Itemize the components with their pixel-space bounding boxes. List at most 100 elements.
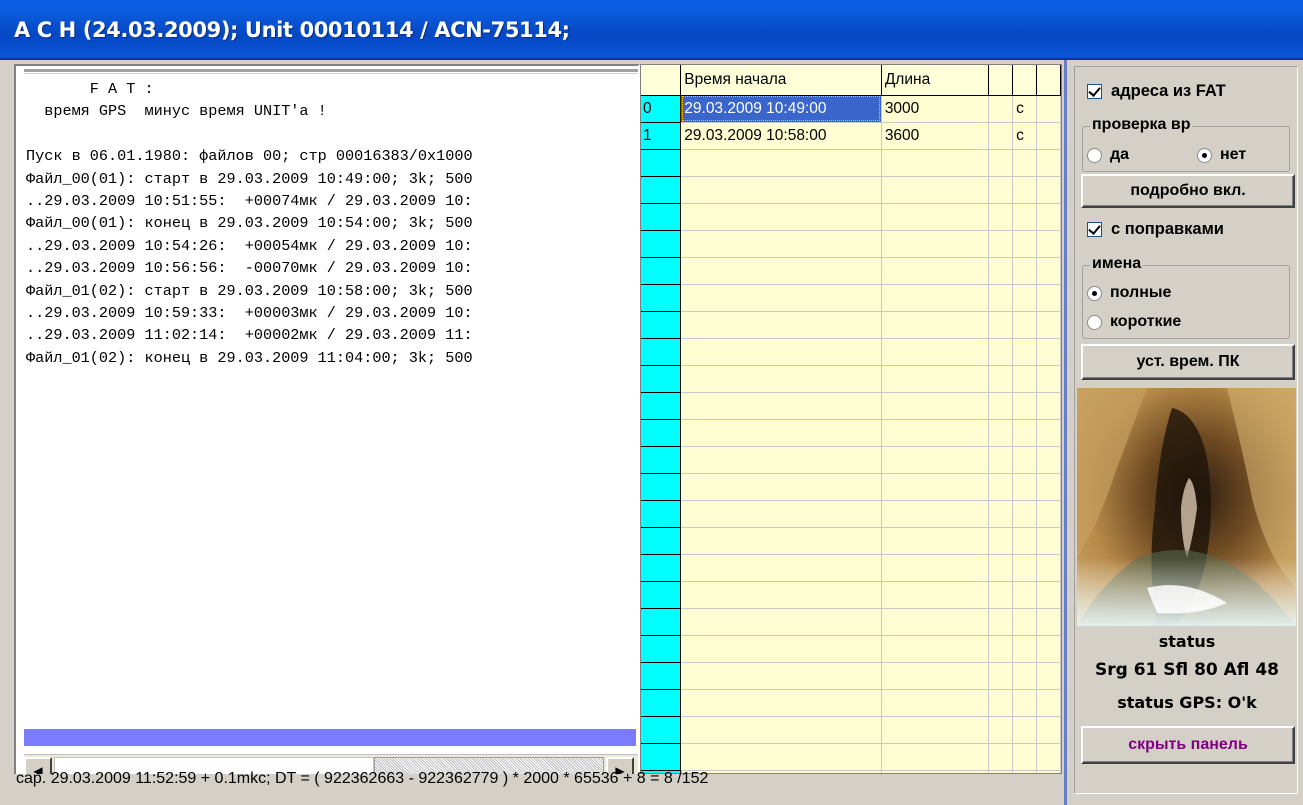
grid-cell[interactable] (881, 500, 990, 528)
grid-cell[interactable] (988, 689, 1014, 717)
grid-cell[interactable] (1012, 338, 1038, 366)
grid-cell[interactable] (680, 689, 882, 717)
grid-cell[interactable] (988, 473, 1014, 501)
grid-cell[interactable] (1036, 608, 1061, 636)
grid-cell[interactable] (1012, 284, 1038, 312)
row-header[interactable] (641, 338, 682, 366)
grid-cell[interactable] (881, 689, 990, 717)
column-header[interactable]: Длина (881, 65, 990, 96)
grid-cell[interactable] (1036, 230, 1061, 258)
grid-cell[interactable] (680, 446, 882, 474)
grid-cell[interactable] (1036, 311, 1061, 339)
row-header[interactable] (641, 716, 682, 744)
grid-cell[interactable] (1036, 257, 1061, 285)
grid-cell[interactable] (1036, 581, 1061, 609)
grid-cell[interactable] (1012, 230, 1038, 258)
grid-cell[interactable]: 3000 (881, 95, 990, 123)
grid-cell[interactable] (1012, 176, 1038, 204)
grid-cell[interactable] (1036, 500, 1061, 528)
table-row[interactable] (641, 473, 1061, 501)
grid-cell[interactable] (1036, 527, 1061, 555)
table-row[interactable] (641, 662, 1061, 690)
table-row[interactable] (641, 311, 1061, 339)
grid-cell[interactable] (1012, 311, 1038, 339)
fat-addresses-checkbox[interactable]: адреса из FAT (1087, 82, 1226, 101)
grid-cell[interactable] (680, 392, 882, 420)
grid-cell[interactable] (680, 230, 882, 258)
row-header[interactable] (641, 392, 682, 420)
detail-on-button[interactable]: подробно вкл. (1081, 174, 1295, 208)
grid-cell[interactable] (988, 554, 1014, 582)
row-header[interactable] (641, 149, 682, 177)
grid-cell[interactable] (1012, 473, 1038, 501)
grid-cell[interactable] (1036, 554, 1061, 582)
grid-cell[interactable] (680, 635, 882, 663)
grid-cell[interactable] (881, 473, 990, 501)
row-header[interactable] (641, 176, 682, 204)
table-row[interactable] (641, 365, 1061, 393)
grid-cell[interactable] (881, 203, 990, 231)
grid-cell[interactable] (988, 203, 1014, 231)
table-row[interactable] (641, 203, 1061, 231)
grid-cell[interactable] (988, 392, 1014, 420)
column-header[interactable] (1012, 65, 1038, 96)
grid-cell[interactable] (881, 284, 990, 312)
grid-cell[interactable] (680, 338, 882, 366)
checkbox-checked-icon[interactable] (1087, 84, 1102, 99)
row-header[interactable] (641, 203, 682, 231)
grid-cell[interactable] (1036, 365, 1061, 393)
grid-cell[interactable] (881, 743, 990, 771)
row-header[interactable]: 1 (641, 122, 682, 150)
row-header[interactable] (641, 743, 682, 771)
grid-cell[interactable] (1036, 635, 1061, 663)
grid-cell[interactable] (1036, 203, 1061, 231)
row-header[interactable] (641, 635, 682, 663)
grid-cell[interactable] (680, 419, 882, 447)
row-header[interactable] (641, 473, 682, 501)
row-header[interactable] (641, 581, 682, 609)
grid-cell[interactable]: c (1012, 95, 1038, 123)
table-row[interactable] (641, 419, 1061, 447)
row-header[interactable] (641, 230, 682, 258)
grid-cell[interactable] (1012, 446, 1038, 474)
grid-cell[interactable] (680, 608, 882, 636)
grid-cell[interactable] (1012, 554, 1038, 582)
grid-cell[interactable] (680, 662, 882, 690)
radio-unchecked-icon[interactable] (1087, 314, 1102, 330)
table-row[interactable]: 1 29.03.2009 10:58:00 3600 c (641, 122, 1061, 150)
row-header[interactable] (641, 257, 682, 285)
row-header[interactable] (641, 365, 682, 393)
grid-cell[interactable] (1036, 689, 1061, 717)
grid-cell[interactable] (881, 257, 990, 285)
grid-cell[interactable] (1036, 419, 1061, 447)
table-row[interactable] (641, 716, 1061, 744)
grid-cell[interactable] (1012, 527, 1038, 555)
grid-cell[interactable] (1012, 743, 1038, 771)
hide-panel-button[interactable]: скрыть панель (1081, 726, 1295, 764)
grid-cell[interactable] (988, 527, 1014, 555)
grid-cell[interactable] (1012, 257, 1038, 285)
grid-cell[interactable] (988, 743, 1014, 771)
grid-cell[interactable] (881, 338, 990, 366)
grid-cell[interactable] (881, 716, 990, 744)
grid-cell[interactable] (680, 176, 882, 204)
radio-unchecked-icon[interactable] (1087, 147, 1102, 163)
grid-cell[interactable] (680, 716, 882, 744)
column-header[interactable]: Время начала (680, 65, 882, 96)
grid-cell[interactable] (680, 473, 882, 501)
radio-checked-icon[interactable] (1197, 147, 1212, 163)
table-row[interactable]: 0 29.03.2009 10:49:00 3000 c (641, 95, 1061, 123)
table-row[interactable] (641, 635, 1061, 663)
table-row[interactable] (641, 392, 1061, 420)
table-row[interactable] (641, 527, 1061, 555)
column-header[interactable] (988, 65, 1014, 96)
grid-cell[interactable] (881, 662, 990, 690)
grid-cell[interactable] (1012, 365, 1038, 393)
row-header[interactable] (641, 311, 682, 339)
grid-cell[interactable] (1036, 662, 1061, 690)
table-row[interactable] (641, 554, 1061, 582)
grid-cell[interactable] (1012, 149, 1038, 177)
grid-cell[interactable]: 3600 (881, 122, 990, 150)
grid-cell[interactable] (881, 176, 990, 204)
table-row[interactable] (641, 689, 1061, 717)
